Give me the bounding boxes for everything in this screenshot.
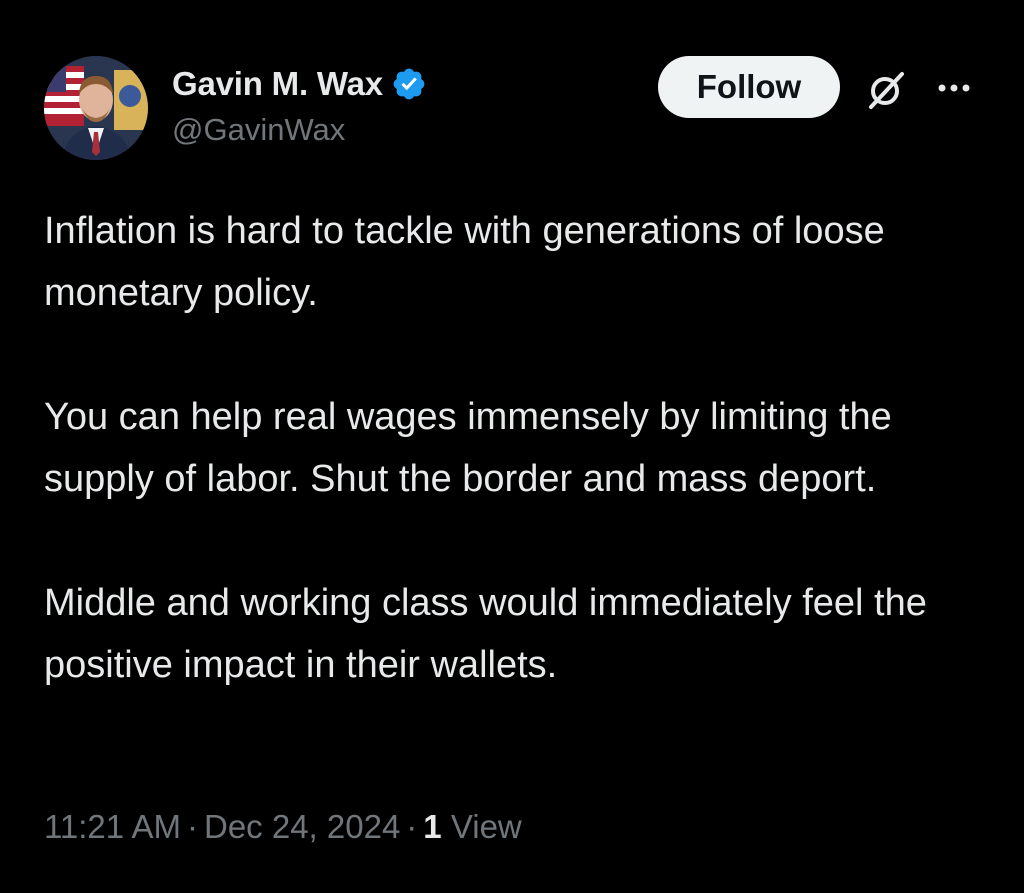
more-options-icon[interactable] bbox=[934, 76, 978, 100]
verified-badge-icon bbox=[391, 66, 427, 102]
avatar[interactable] bbox=[44, 56, 148, 160]
tweet-paragraph: Inflation is hard to tackle with generat… bbox=[44, 210, 885, 314]
tweet-meta: 11:21 AM · Dec 24, 2024 · 1 View bbox=[44, 808, 522, 846]
author-identity: Gavin M. Wax @GavinWax bbox=[172, 60, 427, 148]
tweet-header: Gavin M. Wax @GavinWax Follow bbox=[44, 56, 984, 160]
meta-separator: · bbox=[406, 808, 418, 845]
tweet-date[interactable]: Dec 24, 2024 bbox=[204, 808, 400, 845]
grok-icon[interactable] bbox=[866, 70, 906, 110]
tweet-paragraph: Middle and working class would immediate… bbox=[44, 582, 927, 686]
name-row: Gavin M. Wax bbox=[172, 60, 427, 108]
meta-separator: · bbox=[186, 808, 198, 845]
tweet-card: Gavin M. Wax @GavinWax Follow Inflation … bbox=[0, 0, 1024, 893]
avatar-image bbox=[44, 56, 148, 160]
views-label: View bbox=[450, 808, 522, 845]
tweet-time[interactable]: 11:21 AM bbox=[44, 808, 181, 845]
tweet-text: Inflation is hard to tackle with generat… bbox=[44, 200, 994, 696]
author-display-name[interactable]: Gavin M. Wax bbox=[172, 65, 383, 103]
views-count: 1 bbox=[423, 808, 442, 845]
follow-button[interactable]: Follow bbox=[658, 56, 840, 118]
tweet-paragraph: You can help real wages immensely by lim… bbox=[44, 396, 892, 500]
author-handle[interactable]: @GavinWax bbox=[172, 112, 427, 148]
